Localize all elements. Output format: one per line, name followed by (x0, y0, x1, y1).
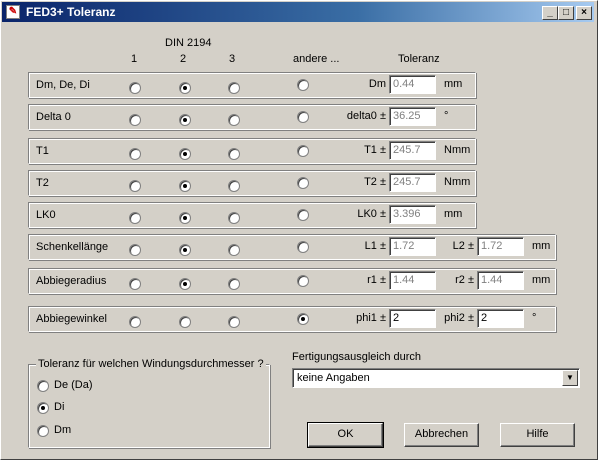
tolerance-field-1-input[interactable]: 2 (389, 309, 436, 328)
tolerance-field-2-input[interactable]: 1.72 (477, 237, 524, 256)
row-radio-option-2[interactable] (179, 148, 191, 160)
tolerance-field-1-label: T2 ± (364, 176, 386, 188)
tolerance-field-2-input[interactable]: 2 (477, 309, 524, 328)
tolerance-column-header: Toleranz (398, 53, 440, 65)
minimize-button[interactable]: _ (542, 6, 558, 20)
diameter-option-label-2[interactable]: Di (54, 401, 64, 413)
row-radio-option-3[interactable] (228, 114, 240, 126)
row-radio-option-1[interactable] (129, 114, 141, 126)
row-radio-option-2[interactable] (179, 82, 191, 94)
row-radio-option-1[interactable] (129, 212, 141, 224)
row-label: Abbiegeradius (36, 275, 107, 287)
tolerance-field-1-label: Dm (368, 78, 386, 90)
row-radio-option-2[interactable] (179, 212, 191, 224)
row-label: Dm, De, Di (36, 79, 90, 91)
diameter-radio-1[interactable] (37, 380, 49, 392)
row-radio-option-4[interactable] (297, 111, 309, 123)
row-radio-option-3[interactable] (228, 212, 240, 224)
diameter-radio-2[interactable] (37, 402, 49, 414)
close-button[interactable]: × (576, 6, 592, 20)
tolerance-field-1-label: LK0 ± (357, 208, 386, 220)
row-radio-option-3[interactable] (228, 278, 240, 290)
row-radio-option-1[interactable] (129, 316, 141, 328)
row-radio-option-1[interactable] (129, 278, 141, 290)
column-1-header: 1 (131, 53, 138, 65)
tolerance-field-1-input[interactable]: 36.25 (389, 107, 436, 126)
tolerance-field-2-label: r2 ± (455, 274, 474, 286)
row-radio-option-4[interactable] (297, 313, 309, 325)
row-label: LK0 (36, 209, 56, 221)
row-label: T2 (36, 177, 49, 189)
tolerance-field-1-label: delta0 ± (346, 110, 386, 122)
tolerance-field-1-input[interactable]: 1.44 (389, 271, 436, 290)
unit-label: ° (532, 312, 537, 324)
diameter-group-title: Toleranz für welchen Windungsdurchmesser… (36, 358, 266, 370)
tolerance-field-1-label: r1 ± (367, 274, 386, 286)
unit-label: Nmm (444, 176, 471, 188)
row-radio-option-4[interactable] (297, 241, 309, 253)
tolerance-field-2-label: phi2 ± (444, 312, 474, 324)
diameter-radio-3[interactable] (37, 425, 49, 437)
row-radio-option-4[interactable] (297, 145, 309, 157)
row-radio-option-2[interactable] (179, 114, 191, 126)
row-label: Abbiegewinkel (36, 313, 107, 325)
row-radio-option-1[interactable] (129, 82, 141, 94)
row-radio-option-4[interactable] (297, 177, 309, 189)
row-radio-option-3[interactable] (228, 82, 240, 94)
fertigung-label: Fertigungsausgleich durch (292, 351, 422, 363)
row-radio-option-1[interactable] (129, 244, 141, 256)
unit-label: mm (444, 208, 463, 220)
unit-label: mm (444, 78, 463, 90)
diameter-option-label-1[interactable]: De (Da) (54, 379, 93, 391)
din-header: DIN 2194 (165, 37, 212, 49)
chevron-down-icon[interactable]: ▼ (562, 370, 578, 386)
row-radio-option-2[interactable] (179, 316, 191, 328)
tolerance-field-2-input[interactable]: 1.44 (477, 271, 524, 290)
row-radio-option-2[interactable] (179, 278, 191, 290)
row-radio-option-3[interactable] (228, 316, 240, 328)
tolerance-field-1-label: phi1 ± (356, 312, 386, 324)
row-radio-option-4[interactable] (297, 79, 309, 91)
fertigung-select[interactable]: keine Angaben ▼ (292, 368, 580, 388)
row-radio-option-3[interactable] (228, 148, 240, 160)
row-radio-option-4[interactable] (297, 275, 309, 287)
row-radio-option-1[interactable] (129, 180, 141, 192)
row-label: Delta 0 (36, 111, 71, 123)
title-bar[interactable]: ✎ FED3+ Toleranz _ □ × (2, 2, 594, 22)
tolerance-field-1-input[interactable]: 245.7 (389, 141, 436, 160)
tolerance-field-1-label: T1 ± (364, 144, 386, 156)
row-radio-option-1[interactable] (129, 148, 141, 160)
tolerance-field-1-input[interactable]: 3.396 (389, 205, 436, 224)
row-label: Schenkellänge (36, 241, 109, 253)
app-icon: ✎ (6, 5, 20, 19)
tolerance-field-1-input[interactable]: 245.7 (389, 173, 436, 192)
unit-label: ° (444, 110, 449, 122)
row-label: T1 (36, 145, 49, 157)
tolerance-field-1-label: L1 ± (364, 240, 386, 252)
cancel-button[interactable]: Abbrechen (404, 423, 479, 447)
row-radio-option-3[interactable] (228, 180, 240, 192)
unit-label: mm (532, 274, 551, 286)
column-3-header: 3 (229, 53, 236, 65)
ok-button[interactable]: OK (307, 422, 384, 448)
tolerance-field-1-input[interactable]: 0.44 (389, 75, 436, 94)
tolerance-field-1-input[interactable]: 1.72 (389, 237, 436, 256)
other-column-header: andere ... (293, 53, 340, 65)
row-radio-option-2[interactable] (179, 180, 191, 192)
row-radio-option-4[interactable] (297, 209, 309, 221)
unit-label: mm (532, 240, 551, 252)
maximize-button[interactable]: □ (558, 6, 574, 20)
row-radio-option-2[interactable] (179, 244, 191, 256)
help-button[interactable]: Hilfe (500, 423, 575, 447)
tolerance-field-2-label: L2 ± (452, 240, 474, 252)
row-radio-option-3[interactable] (228, 244, 240, 256)
diameter-option-label-3[interactable]: Dm (54, 424, 71, 436)
fertigung-value: keine Angaben (297, 372, 370, 384)
unit-label: Nmm (444, 144, 471, 156)
window-title: FED3+ Toleranz (26, 5, 116, 19)
column-2-header: 2 (180, 53, 187, 65)
